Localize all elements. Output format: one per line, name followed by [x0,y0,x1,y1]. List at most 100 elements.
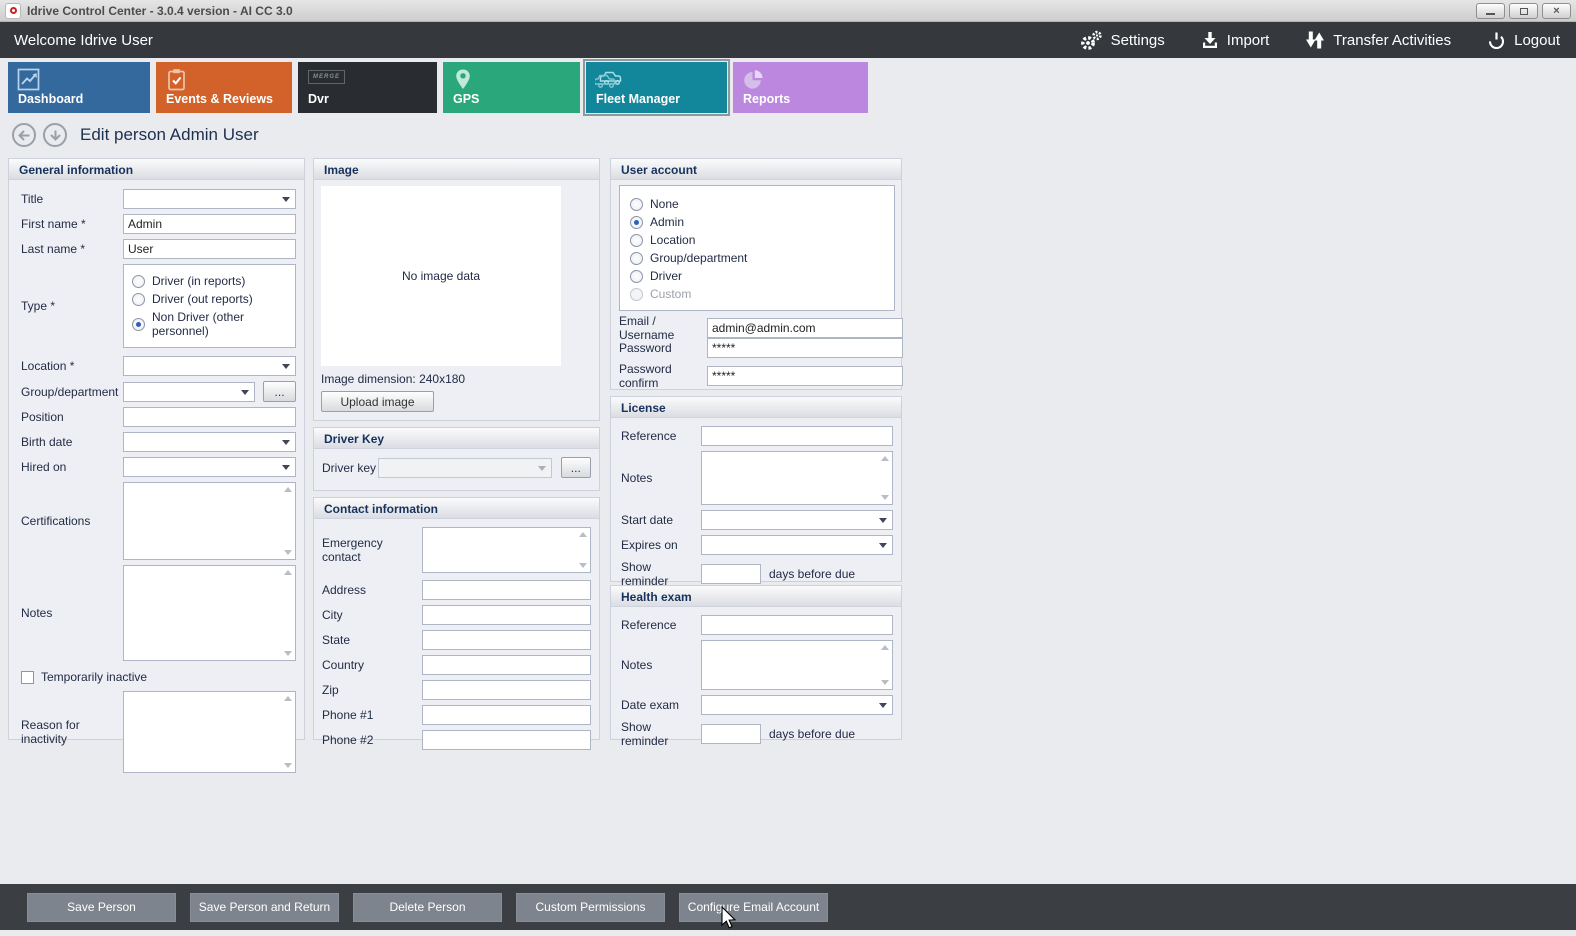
notes-field[interactable] [123,565,296,661]
chevron-down-icon [241,390,249,395]
email-username-field[interactable] [707,318,903,338]
window-titlebar: Idrive Control Center - 3.0.4 version - … [0,0,1576,22]
password-field[interactable] [707,338,903,358]
close-button[interactable]: × [1542,3,1571,19]
textarea-scrollbar[interactable] [283,487,292,555]
radio-driver-out-reports[interactable]: Driver (out reports) [132,292,287,306]
password-label: Password [619,341,707,355]
textarea-scrollbar[interactable] [283,696,292,768]
reason-inactivity-field[interactable] [123,691,296,773]
radio-non-driver[interactable]: Non Driver (other personnel) [132,310,287,338]
import-button[interactable]: Import [1201,31,1270,50]
position-label: Position [21,410,123,424]
chevron-down-icon [879,518,887,523]
close-icon: × [1543,4,1570,18]
tab-reports[interactable]: Reports [733,62,868,113]
birth-date-label: Birth date [21,435,123,449]
delete-person-button[interactable]: Delete Person [353,893,502,922]
tab-dvr[interactable]: MERGE Dvr [298,62,437,113]
textarea-scrollbar[interactable] [880,645,889,685]
pie-chart-icon [742,68,766,92]
license-notes-field[interactable] [701,451,893,505]
emergency-contact-field[interactable] [422,527,591,573]
temporarily-inactive-checkbox[interactable]: Temporarily inactive [21,670,296,684]
radio-role-admin[interactable]: Admin [630,215,884,229]
save-person-button[interactable]: Save Person [27,893,176,922]
first-name-field[interactable] [123,214,296,234]
maximize-button[interactable] [1509,3,1538,19]
radio-role-driver[interactable]: Driver [630,269,884,283]
health-reminder-label: Show reminder [621,720,701,748]
custom-permissions-button[interactable]: Custom Permissions [516,893,665,922]
welcome-text: Welcome Idrive User [14,32,153,49]
state-field[interactable] [422,630,591,650]
panel-title: Contact information [314,498,599,519]
save-person-return-button[interactable]: Save Person and Return [190,893,339,922]
scroll-down-button[interactable] [43,123,67,147]
maximize-icon [1520,8,1528,15]
license-reminder-field[interactable] [701,564,761,584]
zip-field[interactable] [422,680,591,700]
radio-icon [630,234,643,247]
tab-dashboard[interactable]: Dashboard [8,62,150,113]
health-reference-field[interactable] [701,615,893,635]
birth-date-select[interactable] [123,432,296,452]
textarea-scrollbar[interactable] [578,532,587,568]
position-field[interactable] [123,407,296,427]
settings-button[interactable]: Settings [1079,30,1165,51]
driver-key-select[interactable] [378,458,552,478]
radio-role-group-department[interactable]: Group/department [630,251,884,265]
title-select[interactable] [123,189,296,209]
panel-title: Driver Key [314,428,599,449]
password-confirm-field[interactable] [707,366,903,386]
health-reminder-field[interactable] [701,724,761,744]
textarea-scrollbar[interactable] [283,570,292,656]
textarea-scrollbar[interactable] [880,456,889,500]
expires-on-select[interactable] [701,535,893,555]
back-button[interactable] [12,123,36,147]
driver-key-browse-button[interactable]: ... [561,457,591,478]
health-notes-field[interactable] [701,640,893,690]
window-title: Idrive Control Center - 3.0.4 version - … [27,4,293,18]
minimize-button[interactable] [1476,3,1505,19]
group-browse-button[interactable]: ... [263,381,296,402]
phone2-field[interactable] [422,730,591,750]
health-reminder-suffix: days before due [769,727,855,741]
radio-driver-in-reports[interactable]: Driver (in reports) [132,274,287,288]
address-label: Address [322,583,422,597]
panel-title: General information [9,159,304,180]
city-field[interactable] [422,605,591,625]
image-preview: No image data [321,186,561,366]
address-field[interactable] [422,580,591,600]
upload-image-button[interactable]: Upload image [321,391,434,412]
group-department-select[interactable] [123,382,255,402]
radio-icon [630,270,643,283]
configure-email-account-button[interactable]: Configure Email Account [679,893,828,922]
license-reference-field[interactable] [701,426,893,446]
radio-role-none[interactable]: None [630,197,884,211]
chevron-down-icon [879,703,887,708]
panel-title: Image [314,159,599,180]
last-name-field[interactable] [123,239,296,259]
start-date-select[interactable] [701,510,893,530]
location-select[interactable] [123,356,296,376]
radio-role-location[interactable]: Location [630,233,884,247]
tab-events-reviews[interactable]: Events & Reviews [156,62,292,113]
minimize-icon [1486,13,1495,15]
date-exam-label: Date exam [621,698,701,712]
country-field[interactable] [422,655,591,675]
transfer-arrows-icon [1305,30,1325,50]
driver-key-label: Driver key [322,461,378,475]
phone1-field[interactable] [422,705,591,725]
hired-on-select[interactable] [123,457,296,477]
certifications-field[interactable] [123,482,296,560]
panel-image: Image No image data Image dimension: 240… [313,158,600,421]
arrow-left-icon [18,129,31,142]
transfer-activities-button[interactable]: Transfer Activities [1305,30,1451,50]
date-exam-select[interactable] [701,695,893,715]
tab-gps[interactable]: GPS [443,62,580,113]
panel-health-exam: Health exam Reference Notes Date exam Sh… [610,585,902,740]
tab-fleet-manager[interactable]: Fleet Manager [586,62,727,113]
logout-button[interactable]: Logout [1487,31,1560,50]
image-dimension-value: 240x180 [419,372,465,386]
